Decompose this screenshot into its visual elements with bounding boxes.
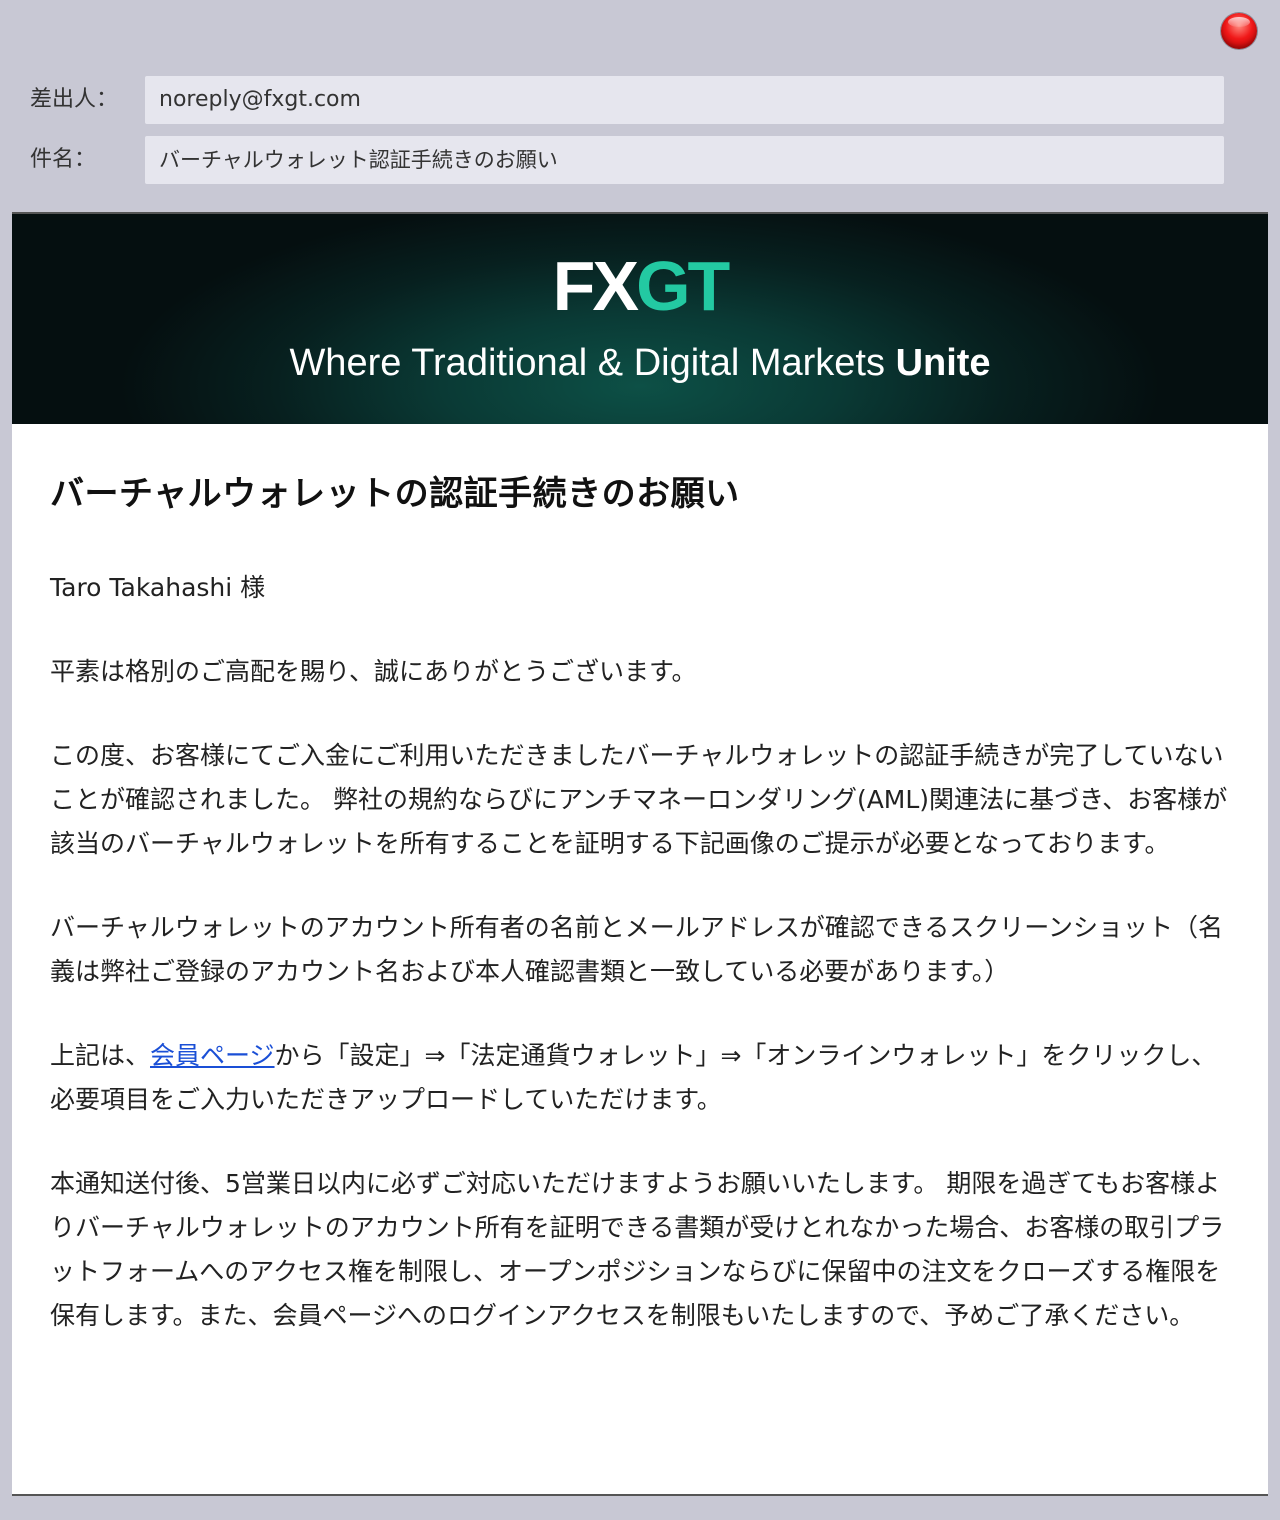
from-label: 差出人： bbox=[30, 87, 119, 112]
from-row: 差出人： noreply@fxgt.com bbox=[0, 76, 1280, 124]
paragraph-2: この度、お客様にてご入金にご利用いただきましたバーチャルウォレットの認証手続きが… bbox=[50, 741, 1228, 858]
subject-row: 件名： バーチャルウォレット認証手続きのお願い bbox=[0, 136, 1280, 184]
paragraph-4-prefix: 上記は、 bbox=[50, 1041, 151, 1070]
close-window-button[interactable] bbox=[1221, 13, 1257, 49]
tagline-strong: Unite bbox=[895, 342, 991, 384]
fxgt-logo: FXGT bbox=[12, 246, 1268, 326]
logo-gt: GT bbox=[636, 247, 730, 325]
from-field[interactable]: noreply@fxgt.com bbox=[145, 76, 1224, 124]
paragraph-4: 上記は、会員ページから「設定」⇒「法定通貨ウォレット」⇒「オンラインウォレット」… bbox=[50, 1034, 1240, 1122]
subject-label: 件名： bbox=[30, 147, 97, 172]
mail-window: 差出人： noreply@fxgt.com 件名： バーチャルウォレット認証手続… bbox=[0, 0, 1280, 1520]
brand-banner: FXGT Where Traditional & Digital Markets… bbox=[12, 214, 1268, 424]
subject-field[interactable]: バーチャルウォレット認証手続きのお願い bbox=[145, 136, 1224, 184]
member-page-link[interactable]: 会員ページ bbox=[150, 1041, 275, 1070]
brand-tagline: Where Traditional & Digital Markets Unit… bbox=[12, 338, 1268, 388]
paragraph-3: バーチャルウォレットのアカウント所有者の名前とメールアドレスが確認できるスクリー… bbox=[50, 913, 1224, 986]
logo-fx: FX bbox=[552, 247, 639, 325]
paragraph-1: 平素は格別のご高配を賜り、誠にありがとうございます。 bbox=[50, 657, 697, 686]
message-content: バーチャルウォレットの認証手続きのお願い Taro Takahashi 様 平素… bbox=[50, 472, 1240, 1338]
greeting: Taro Takahashi 様 bbox=[50, 573, 266, 602]
message-body: FXGT Where Traditional & Digital Markets… bbox=[12, 212, 1268, 1496]
message-title: バーチャルウォレットの認証手続きのお願い bbox=[50, 474, 740, 514]
paragraph-5: 本通知送付後、5営業日以内に必ずご対応いただけますようお願いいたします。 期限を… bbox=[50, 1169, 1225, 1330]
tagline-text: Where Traditional & Digital Markets bbox=[289, 342, 885, 384]
